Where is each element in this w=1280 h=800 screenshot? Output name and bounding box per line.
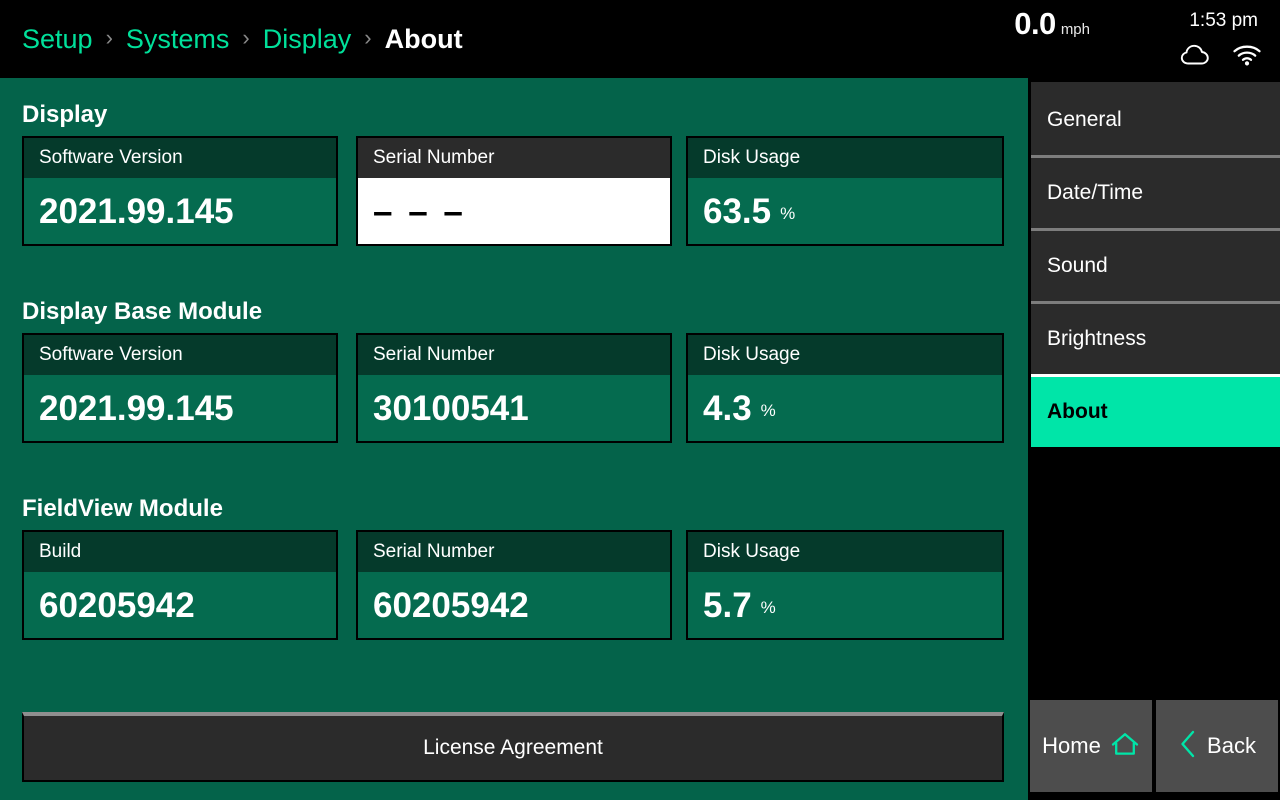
- card-row: Software Version 2021.99.145 Serial Numb…: [22, 136, 1028, 246]
- card-software-version[interactable]: Software Version 2021.99.145: [22, 136, 338, 246]
- breadcrumb-item-about: About: [384, 23, 463, 54]
- breadcrumb-separator-icon: ›: [242, 25, 250, 50]
- card-body[interactable]: – – –: [358, 178, 670, 244]
- card-software-version[interactable]: Software Version 2021.99.145: [22, 333, 338, 443]
- clock-label: 1:53 pm: [1189, 10, 1258, 31]
- card-label: Disk Usage: [703, 344, 801, 365]
- card-header: Serial Number: [358, 532, 670, 572]
- sidebar-item-label: About: [1047, 400, 1108, 423]
- card-header: Build: [24, 532, 336, 572]
- sidebar-item-label: Date/Time: [1047, 181, 1144, 204]
- card-header: Software Version: [24, 335, 336, 375]
- sidebar-item-label: Sound: [1047, 254, 1108, 277]
- license-agreement-label: License Agreement: [423, 736, 603, 759]
- card-header: Disk Usage: [688, 335, 1002, 375]
- home-button-label: Home: [1042, 733, 1101, 758]
- card-header: Disk Usage: [688, 532, 1002, 572]
- card-label: Serial Number: [373, 344, 495, 365]
- card-value: 60205942: [373, 585, 529, 625]
- card-body: 60205942: [358, 572, 670, 638]
- card-disk-usage[interactable]: Disk Usage 63.5 %: [686, 136, 1004, 246]
- sidebar-item-sound[interactable]: Sound: [1031, 228, 1280, 301]
- bottom-nav-bar: Home Back: [1028, 700, 1280, 792]
- card-unit-label: %: [780, 204, 796, 223]
- card-row: Software Version 2021.99.145 Serial Numb…: [22, 333, 1028, 443]
- card-disk-usage[interactable]: Disk Usage 5.7 %: [686, 530, 1004, 640]
- card-unit-label: %: [760, 598, 776, 617]
- section-title: Display: [22, 101, 108, 128]
- settings-sidebar: General Date/Time Sound Brightness About…: [1028, 78, 1280, 800]
- card-header: Serial Number: [358, 335, 670, 375]
- card-header: Disk Usage: [688, 138, 1002, 178]
- card-value: 5.7: [703, 585, 752, 625]
- card-label: Serial Number: [373, 541, 495, 562]
- card-label: Serial Number: [373, 147, 495, 168]
- sidebar-item-about[interactable]: About: [1031, 374, 1280, 447]
- card-serial-number[interactable]: Serial Number 30100541: [356, 333, 672, 443]
- card-body: 60205942: [24, 572, 336, 638]
- card-body: 4.3 %: [688, 375, 1002, 441]
- section-title: FieldView Module: [22, 495, 223, 522]
- speed-readout: 0.0 mph: [1014, 6, 1090, 42]
- breadcrumb-separator-icon: ›: [364, 25, 372, 50]
- card-value: 60205942: [39, 585, 195, 625]
- card-serial-number[interactable]: Serial Number 60205942: [356, 530, 672, 640]
- sidebar-item-brightness[interactable]: Brightness: [1031, 301, 1280, 374]
- status-icon-group: [1180, 44, 1262, 71]
- card-value: 4.3: [703, 388, 752, 428]
- speed-value: 0.0: [1014, 6, 1056, 41]
- sidebar-item-date-time[interactable]: Date/Time: [1031, 155, 1280, 228]
- card-body: 5.7 %: [688, 572, 1002, 638]
- card-value: – – –: [373, 191, 466, 231]
- wifi-icon: [1232, 44, 1262, 71]
- breadcrumb: Setup › Systems › Display › About: [22, 0, 463, 78]
- home-icon: [1110, 731, 1140, 762]
- app-screen: Setup › Systems › Display › About 0.0 mp…: [0, 0, 1280, 800]
- card-row: Build 60205942 Serial Number 60205942 Di…: [22, 530, 1028, 640]
- home-button[interactable]: Home: [1030, 700, 1152, 792]
- speed-unit-label: mph: [1060, 21, 1090, 38]
- section-display: Display Software Version 2021.99.145 Ser…: [0, 94, 1028, 246]
- back-button[interactable]: Back: [1156, 700, 1278, 792]
- section-display-base-module: Display Base Module Software Version 202…: [0, 291, 1028, 443]
- card-disk-usage[interactable]: Disk Usage 4.3 %: [686, 333, 1004, 443]
- chevron-left-icon: [1178, 729, 1198, 764]
- card-label: Disk Usage: [703, 541, 801, 562]
- sidebar-menu-list: General Date/Time Sound Brightness About: [1028, 82, 1280, 447]
- sidebar-item-label: Brightness: [1047, 327, 1147, 350]
- section-title: Display Base Module: [22, 298, 263, 325]
- card-value: 30100541: [373, 388, 529, 428]
- card-value: 2021.99.145: [39, 191, 234, 231]
- license-agreement-button[interactable]: License Agreement: [22, 712, 1004, 782]
- sidebar-item-label: General: [1047, 108, 1122, 131]
- card-body: 63.5 %: [688, 178, 1002, 244]
- card-unit-label: %: [760, 401, 776, 420]
- top-status-bar: Setup › Systems › Display › About 0.0 mp…: [0, 0, 1280, 78]
- card-header: Software Version: [24, 138, 336, 178]
- card-body: 30100541: [358, 375, 670, 441]
- card-body: 2021.99.145: [24, 178, 336, 244]
- card-label: Software Version: [39, 147, 183, 168]
- section-fieldview-module: FieldView Module Build 60205942 Serial N…: [0, 488, 1028, 640]
- back-button-label: Back: [1207, 733, 1256, 758]
- card-label: Disk Usage: [703, 147, 801, 168]
- breadcrumb-item-setup[interactable]: Setup: [22, 24, 93, 55]
- main-content-panel: Display Software Version 2021.99.145 Ser…: [0, 78, 1028, 800]
- card-value: 63.5: [703, 191, 772, 231]
- sidebar-item-general[interactable]: General: [1031, 82, 1280, 155]
- card-serial-number[interactable]: Serial Number – – –: [356, 136, 672, 246]
- card-body: 2021.99.145: [24, 375, 336, 441]
- card-value: 2021.99.145: [39, 388, 234, 428]
- card-label: Build: [39, 541, 82, 562]
- card-header: Serial Number: [358, 138, 670, 178]
- card-label: Software Version: [39, 344, 183, 365]
- card-build[interactable]: Build 60205942: [22, 530, 338, 640]
- cloud-icon: [1180, 44, 1210, 71]
- breadcrumb-item-systems[interactable]: Systems: [126, 24, 230, 55]
- breadcrumb-separator-icon: ›: [105, 25, 113, 50]
- breadcrumb-item-display[interactable]: Display: [263, 24, 352, 55]
